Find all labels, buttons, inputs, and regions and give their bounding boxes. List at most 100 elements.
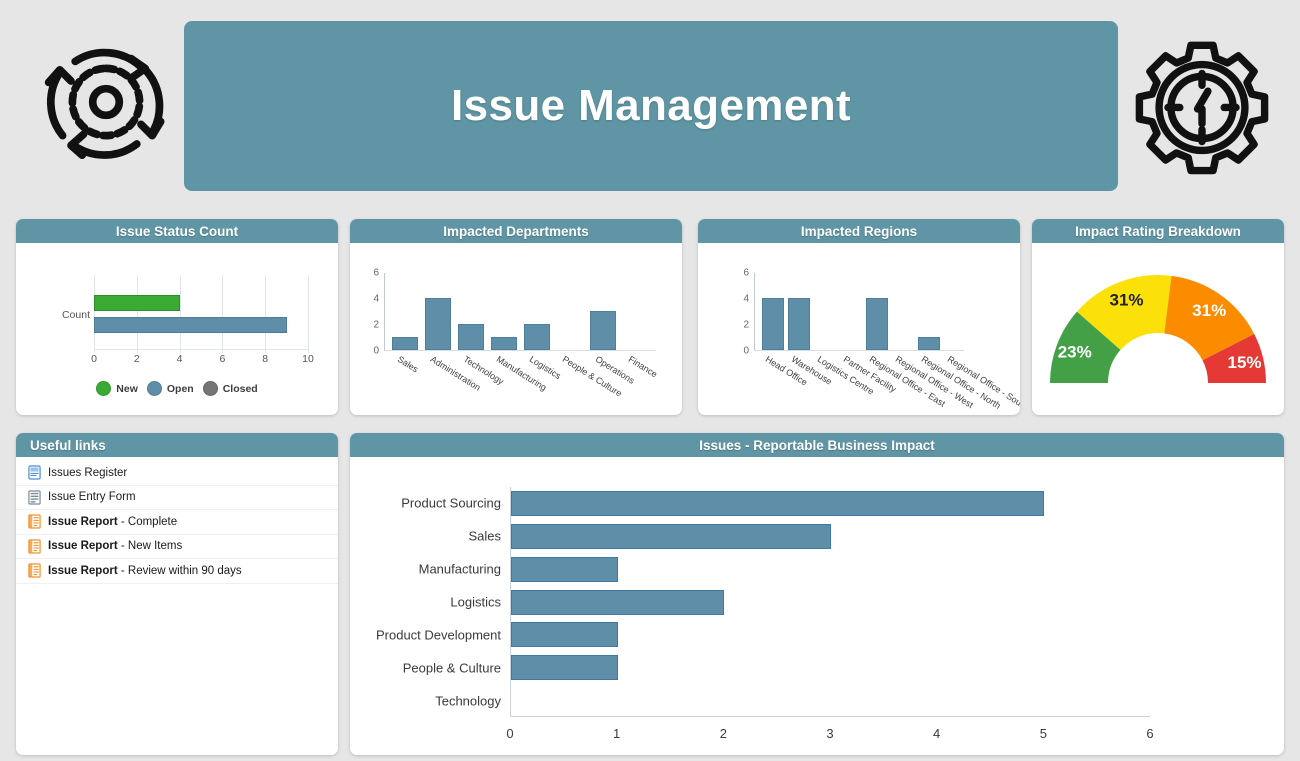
main-chart-bar[interactable] [511, 490, 1045, 516]
chart-impacted-regions[interactable]: 0 2 4 6 Head Office Warehouse Logistics Centre… [698, 243, 1020, 415]
chart2-y-tick: 6 [373, 267, 379, 279]
useful-links-body: Issues Register Issue Entry Form Issue Rep… [16, 457, 338, 755]
chart2-y-axis [384, 273, 385, 351]
chart1-legend-label: Closed [222, 382, 258, 395]
main-chart-x-tick: 4 [933, 726, 941, 741]
panel-impacted-regions: Impacted Regions 0 2 4 6 Head Office Warehous… [698, 219, 1020, 415]
main-chart-x-tick: 5 [1039, 726, 1047, 741]
chart3-bar[interactable] [866, 298, 888, 350]
form-icon [28, 490, 41, 505]
chart-issues-reportable-business-impact[interactable]: Product Sourcing Sales Manufacturing Logist… [350, 457, 1284, 755]
chart1-legend-label: Open [166, 382, 194, 395]
useful-link-item[interactable]: Issue Report - Complete [16, 510, 338, 535]
main-chart-category-label: Logistics [450, 594, 501, 610]
useful-link-item[interactable]: Issue Entry Form [16, 486, 338, 510]
main-chart-bar[interactable] [511, 556, 618, 582]
report-icon [28, 514, 41, 529]
chart1-legend-item[interactable]: Open [146, 381, 194, 396]
panel-title-useful-links: Useful links [16, 433, 338, 457]
chart3-plot-area: 0 2 4 6 Head Office Warehouse Logistics Centre… [743, 268, 1020, 412]
chart1-legend[interactable]: New Open Closed [16, 381, 338, 396]
main-chart-bar[interactable] [511, 622, 618, 648]
chart1-axis-line [94, 349, 308, 350]
chart3-y-tick: 4 [743, 293, 749, 305]
panel-title-issue-status-count: Issue Status Count [16, 219, 338, 243]
chart-impact-rating-breakdown[interactable]: 23% 31% 31% 15% [1032, 243, 1284, 415]
useful-link-label: Issue Report - Review within 90 days [48, 564, 242, 577]
chart1-x-tick: 8 [262, 353, 269, 365]
report-icon [28, 563, 41, 578]
gauge-segment-label: 31% [1192, 301, 1226, 320]
chart3-bar[interactable] [762, 298, 784, 350]
main-chart-category-label: Product Development [375, 627, 501, 643]
chart1-bar-open[interactable] [94, 317, 287, 333]
panel-impacted-departments: Impacted Departments 0 2 4 6 Sales Administra… [350, 219, 682, 415]
chart2-bar[interactable] [491, 337, 517, 350]
chart2-bar[interactable] [524, 324, 550, 350]
report-icon [28, 539, 41, 554]
panel-useful-links: Useful links Issues Register Issue Entry … [16, 433, 338, 755]
half-donut-gauge[interactable]: 23% 31% 31% 15% [1040, 265, 1276, 389]
chart2-category-label: People & Culture [560, 354, 624, 399]
chart2-bar[interactable] [425, 298, 451, 350]
chart2-y-tick: 2 [373, 319, 379, 331]
chart2-y-tick: 0 [373, 345, 379, 357]
main-chart-plot-area: Product Sourcing Sales Manufacturing Logist… [376, 487, 1154, 741]
gauge-segment-label: 23% [1058, 343, 1092, 362]
chart2-bar[interactable] [590, 311, 616, 350]
chart1-legend-item[interactable]: Closed [202, 381, 258, 396]
panel-issues-reportable-business-impact: Issues - Reportable Business Impact Prod… [350, 433, 1284, 755]
chart1-category-label: Count [61, 309, 90, 321]
chart1-plot-area [94, 281, 308, 349]
useful-link-label: Issue Entry Form [48, 491, 136, 504]
legend-swatch-new-icon [96, 381, 112, 396]
chart3-y-tick: 6 [743, 267, 749, 279]
chart2-category-label: Sales [395, 354, 421, 375]
useful-link-item[interactable]: Issues Register [16, 461, 338, 486]
main-chart-category-label: Sales [468, 528, 501, 544]
useful-links-list: Issues Register Issue Entry Form Issue Rep… [16, 457, 338, 584]
chart1-bar-new[interactable] [94, 295, 180, 311]
main-chart-x-tick: 3 [826, 726, 834, 741]
chart1-x-tick: 10 [302, 353, 314, 365]
chart2-bar[interactable] [458, 324, 484, 350]
main-chart-x-tick: 2 [719, 726, 727, 741]
useful-link-item[interactable]: Issue Report - New Items [16, 535, 338, 559]
main-chart-category-label: Product Sourcing [401, 495, 501, 511]
chart2-x-axis [384, 350, 656, 351]
chart1-legend-label: New [116, 382, 138, 395]
panel-title-impacted-departments: Impacted Departments [350, 219, 682, 243]
chart-issue-status-count[interactable]: Count 0 2 4 6 8 10 New Open Closed [16, 243, 338, 415]
chart2-plot-area: 0 2 4 6 Sales Administration Technology Manufac… [373, 268, 659, 399]
main-chart-bar[interactable] [511, 655, 618, 681]
gear-target-icon [1128, 32, 1276, 180]
chart2-y-tick: 4 [373, 293, 379, 305]
main-chart-bar[interactable] [511, 523, 831, 549]
chart3-y-tick: 2 [743, 319, 749, 331]
gauge-segment-label: 15% [1228, 353, 1262, 372]
main-chart-x-tick: 1 [613, 726, 621, 741]
legend-swatch-open-icon [146, 381, 162, 396]
main-chart-x-tick: 6 [1146, 726, 1154, 741]
chart3-y-tick: 0 [743, 345, 749, 357]
panel-title-impact-rating-breakdown: Impact Rating Breakdown [1032, 219, 1284, 243]
chart3-bar[interactable] [918, 337, 940, 350]
main-chart-x-tick: 0 [506, 726, 514, 741]
chart2-bar[interactable] [392, 337, 418, 350]
main-chart-bar[interactable] [511, 589, 725, 615]
chart1-legend-item[interactable]: New [96, 381, 138, 396]
chart3-y-axis [754, 273, 755, 351]
chart-impacted-departments[interactable]: 0 2 4 6 Sales Administration Technology Manufac… [350, 243, 682, 415]
main-chart-category-label: Technology [435, 693, 501, 709]
chart1-x-tick: 4 [176, 353, 183, 365]
main-chart-category-label: People & Culture [402, 660, 501, 676]
gauge-segment-label: 31% [1110, 291, 1144, 310]
panel-title-impacted-regions: Impacted Regions [698, 219, 1020, 243]
dashboard-title-banner: Issue Management [184, 21, 1118, 191]
process-cycle-gear-icon [36, 32, 176, 172]
main-chart-x-axis [510, 716, 1150, 717]
useful-link-item[interactable]: Issue Report - Review within 90 days [16, 559, 338, 584]
chart3-bar[interactable] [788, 298, 810, 350]
chart1-x-tick: 0 [91, 353, 97, 365]
page-title: Issue Management [450, 81, 852, 130]
